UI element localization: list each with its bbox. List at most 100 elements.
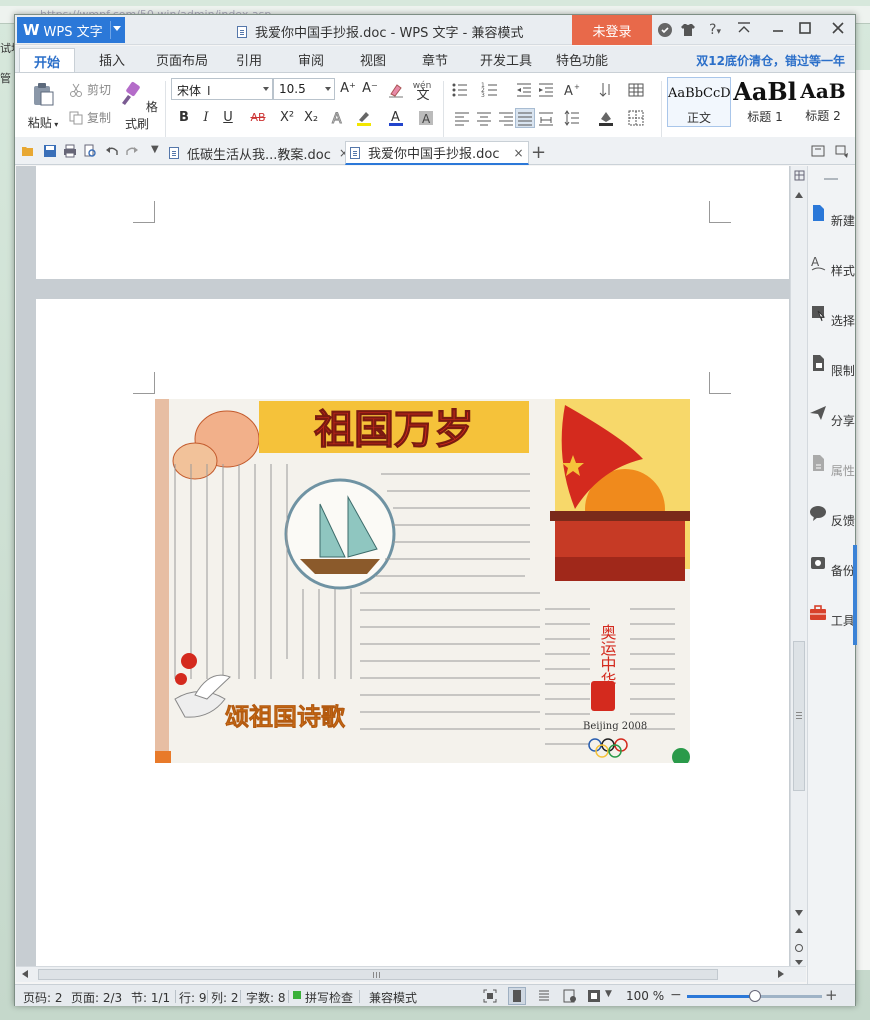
table-icon[interactable]: [627, 81, 645, 99]
text-effect-icon[interactable]: A: [329, 109, 347, 128]
status-spell-check[interactable]: 拼写检查: [305, 989, 353, 1006]
highlight-icon[interactable]: [355, 109, 373, 127]
char-shading-icon[interactable]: A: [417, 109, 435, 127]
justify-icon[interactable]: [515, 108, 535, 128]
underline-button[interactable]: U: [219, 109, 237, 127]
handwritten-poster-image[interactable]: 祖国万岁 奥运中华 Beijing 2008 颂祖国诗歌: [155, 399, 690, 763]
tab-list-icon[interactable]: [811, 144, 825, 158]
tab-chapter[interactable]: 章节: [422, 50, 448, 69]
vertical-scroll-thumb[interactable]: [793, 641, 805, 791]
tab-menu-icon[interactable]: [835, 144, 849, 158]
strikethrough-button[interactable]: AB: [247, 109, 269, 127]
ruler-toggle-icon[interactable]: [794, 170, 805, 181]
borders-icon[interactable]: [627, 109, 645, 127]
tab-review[interactable]: 审阅: [298, 50, 324, 69]
sidebar-item-feedback[interactable]: 反馈: [808, 504, 856, 529]
sidebar-item-properties[interactable]: 属性: [808, 454, 856, 479]
horizontal-scroll-thumb[interactable]: [38, 969, 718, 980]
bold-button[interactable]: B: [175, 109, 193, 127]
status-word-count[interactable]: 字数: 8: [246, 989, 286, 1006]
zoom-level[interactable]: 100 %: [626, 989, 664, 1003]
clear-format-icon[interactable]: [387, 81, 405, 99]
tab-home[interactable]: 开始: [19, 48, 76, 72]
style-heading-1[interactable]: AaBl 标题 1: [733, 77, 797, 127]
subscript-button[interactable]: X₂: [301, 109, 321, 127]
font-color-icon[interactable]: A: [387, 109, 405, 127]
change-case-icon[interactable]: A +: [563, 81, 581, 99]
minimize-button[interactable]: [765, 19, 791, 41]
superscript-button[interactable]: X²: [277, 109, 297, 127]
increase-indent-icon[interactable]: [537, 81, 555, 99]
previous-page-icon[interactable]: [795, 928, 803, 933]
cut-button[interactable]: 剪切: [69, 81, 111, 98]
redo-icon[interactable]: [125, 144, 139, 158]
open-folder-icon[interactable]: [21, 144, 35, 158]
tab-page-layout[interactable]: 页面布局: [156, 50, 208, 69]
sidebar-item-tools[interactable]: 工具: [808, 604, 856, 629]
tab-view[interactable]: 视图: [360, 50, 386, 69]
sidebar-item-share[interactable]: 分享: [808, 404, 856, 429]
quick-access-menu-icon[interactable]: ▼: [151, 144, 165, 158]
align-right-icon[interactable]: [497, 109, 515, 127]
copy-button[interactable]: 复制: [69, 109, 111, 126]
close-tab-icon[interactable]: ×: [514, 146, 524, 160]
next-page-icon[interactable]: [795, 960, 803, 965]
sidebar-item-style[interactable]: A 样式: [808, 254, 856, 279]
scroll-left-icon[interactable]: [22, 970, 28, 978]
fullscreen-view-icon[interactable]: [482, 988, 498, 1004]
outline-view-icon[interactable]: [536, 988, 552, 1004]
chevron-down-icon[interactable]: ▼: [605, 989, 612, 999]
reading-view-icon[interactable]: [586, 988, 602, 1004]
distribute-icon[interactable]: [537, 109, 555, 127]
grow-font-button[interactable]: A⁺: [339, 80, 357, 98]
line-spacing-icon[interactable]: [563, 109, 581, 127]
zoom-out-icon[interactable]: −: [670, 987, 682, 1003]
align-left-icon[interactable]: [453, 109, 471, 127]
undo-icon[interactable]: [105, 144, 119, 158]
vertical-scrollbar[interactable]: [790, 166, 807, 966]
zoom-in-icon[interactable]: +: [825, 986, 838, 1004]
print-preview-icon[interactable]: [83, 144, 97, 158]
tab-references[interactable]: 引用: [236, 50, 262, 69]
sidebar-item-backup[interactable]: 备份: [808, 554, 856, 579]
collapse-ribbon-button[interactable]: [731, 19, 757, 41]
help-button[interactable]: ?▾: [703, 21, 727, 39]
font-name-select[interactable]: 宋体 I: [171, 78, 273, 100]
sort-icon[interactable]: [597, 81, 615, 99]
cloud-sync-icon[interactable]: [656, 21, 674, 39]
page-view-icon[interactable]: [508, 987, 526, 1005]
web-view-icon[interactable]: [562, 988, 578, 1004]
tab-special-features[interactable]: 特色功能: [556, 50, 608, 69]
italic-button[interactable]: I: [197, 109, 215, 127]
tab-insert[interactable]: 插入: [99, 50, 125, 69]
zoom-slider[interactable]: [687, 990, 822, 1002]
numbering-icon[interactable]: 123: [481, 81, 499, 99]
shrink-font-button[interactable]: A⁻: [361, 80, 379, 98]
tab-developer[interactable]: 开发工具: [480, 50, 532, 69]
skin-shirt-icon[interactable]: [679, 21, 697, 39]
style-heading-2[interactable]: AaB 标题 2: [795, 77, 851, 127]
document-tab-active[interactable]: 我爱你中国手抄报.doc ×: [345, 141, 529, 165]
decrease-indent-icon[interactable]: [515, 81, 533, 99]
panel-expand-handle[interactable]: [853, 545, 857, 645]
print-icon[interactable]: [63, 144, 77, 158]
style-normal[interactable]: AaBbCcD 正文: [667, 77, 731, 127]
scroll-down-icon[interactable]: [795, 910, 803, 916]
align-center-icon[interactable]: [475, 109, 493, 127]
zoom-slider-knob[interactable]: [749, 990, 761, 1002]
scroll-up-icon[interactable]: [795, 192, 803, 198]
close-button[interactable]: [825, 19, 851, 41]
document-canvas[interactable]: 祖国万岁 奥运中华 Beijing 2008 颂祖国诗歌: [16, 166, 804, 966]
login-button[interactable]: 未登录: [572, 15, 652, 45]
format-painter-button[interactable]: 格式刷: [115, 81, 159, 132]
promo-link[interactable]: 双12底价清仓，错过等一年: [696, 52, 845, 69]
bullets-icon[interactable]: [451, 81, 469, 99]
select-browse-object-icon[interactable]: [795, 944, 803, 952]
app-menu-button[interactable]: W WPS 文字: [17, 17, 125, 43]
font-size-select[interactable]: 10.5: [273, 78, 335, 100]
shading-icon[interactable]: [597, 109, 615, 127]
save-icon[interactable]: [43, 144, 57, 158]
document-tab[interactable]: 低碳生活从我...教案.doc ×: [165, 141, 353, 165]
sidebar-item-new[interactable]: 新建: [808, 204, 856, 229]
new-tab-icon[interactable]: +: [531, 142, 546, 163]
